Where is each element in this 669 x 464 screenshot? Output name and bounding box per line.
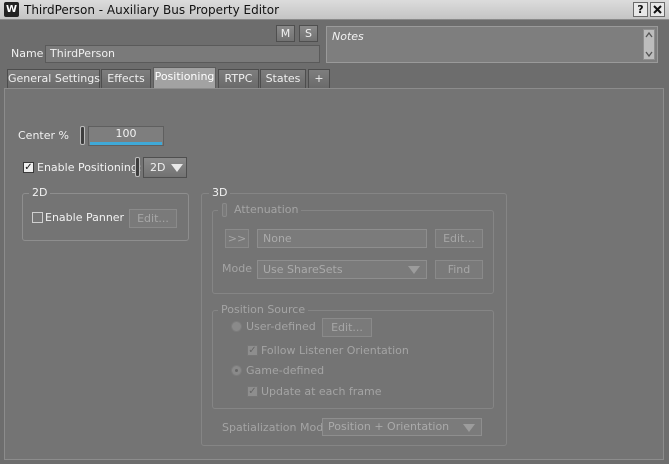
tab-positioning[interactable]: Positioning (153, 67, 216, 88)
enable-panner-label: Enable Panner (45, 211, 125, 224)
game-defined-radio[interactable] (231, 365, 242, 376)
attenuation-mode-dropdown[interactable]: Use ShareSets (257, 260, 427, 279)
panner-edit-button[interactable]: Edit... (129, 209, 177, 228)
solo-button[interactable]: S (299, 25, 318, 42)
positioning-mode-dropdown[interactable]: 2D (143, 157, 187, 178)
attenuation-browse-button[interactable]: >> (225, 229, 249, 248)
attenuation-group (212, 210, 494, 294)
attenuation-title: Attenuation (218, 203, 302, 216)
user-defined-edit-button[interactable]: Edit... (322, 318, 372, 337)
tab-effects[interactable]: Effects (101, 69, 151, 88)
chevron-down-icon (408, 266, 420, 274)
help-button[interactable]: ? (633, 2, 648, 17)
scroll-down-icon (645, 51, 653, 58)
enable-panner-checkbox[interactable] (32, 212, 43, 223)
chevron-down-icon (171, 164, 183, 172)
attenuation-find-button[interactable]: Find (435, 260, 483, 279)
follow-listener-checkbox[interactable]: ✓ (247, 345, 258, 356)
chevron-down-icon (463, 424, 475, 432)
update-each-frame-checkbox[interactable]: ✓ (247, 386, 258, 397)
center-label: Center % (18, 129, 69, 142)
center-value: 100 (115, 127, 137, 140)
group-3d-title: 3D (209, 186, 231, 199)
spatialization-mode-value: Position + Orientation (328, 420, 450, 433)
attenuation-rtpc-handle[interactable] (222, 203, 227, 217)
spatialization-mode-label: Spatialization Mode (222, 421, 330, 434)
positioning-rtpc-handle[interactable] (135, 157, 140, 177)
name-input[interactable]: ThirdPerson (45, 45, 320, 63)
mute-button[interactable]: M (276, 25, 295, 42)
game-defined-label: Game-defined (246, 364, 325, 377)
close-button[interactable] (650, 2, 665, 17)
spatialization-mode-dropdown[interactable]: Position + Orientation (322, 418, 482, 436)
notes-scrollbar[interactable] (643, 29, 655, 60)
center-rtpc-handle[interactable] (80, 126, 85, 145)
attenuation-value-field[interactable]: None (257, 229, 427, 248)
center-slider[interactable]: 100 (88, 126, 164, 146)
wwise-logo-icon: W (4, 2, 19, 17)
center-slider-fill (90, 142, 162, 145)
scroll-up-icon (645, 31, 653, 38)
follow-listener-label: Follow Listener Orientation (261, 344, 409, 357)
user-defined-radio[interactable] (231, 321, 242, 332)
update-each-frame-label: Update at each frame (261, 385, 382, 398)
user-defined-label: User-defined (246, 320, 316, 333)
attenuation-edit-button[interactable]: Edit... (435, 229, 483, 248)
window-title: ThirdPerson - Auxiliary Bus Property Edi… (24, 3, 280, 17)
enable-positioning-checkbox[interactable]: ✓ (23, 162, 34, 173)
window-titlebar[interactable]: W ThirdPerson - Auxiliary Bus Property E… (0, 0, 669, 20)
attenuation-mode-value: Use ShareSets (263, 263, 343, 276)
position-source-title: Position Source (218, 303, 309, 316)
notes-field[interactable]: Notes (326, 26, 658, 63)
close-icon (653, 5, 662, 14)
positioning-mode-value: 2D (150, 161, 166, 174)
tab-add[interactable]: + (308, 69, 330, 88)
notes-placeholder: Notes (332, 30, 364, 43)
group-2d-title: 2D (29, 186, 51, 199)
attenuation-mode-label: Mode (222, 262, 252, 275)
name-label: Name (11, 47, 44, 60)
tab-states[interactable]: States (260, 69, 306, 88)
enable-positioning-label: Enable Positioning: (37, 161, 142, 174)
tab-general-settings[interactable]: General Settings (7, 69, 100, 88)
tab-rtpc[interactable]: RTPC (218, 69, 259, 88)
